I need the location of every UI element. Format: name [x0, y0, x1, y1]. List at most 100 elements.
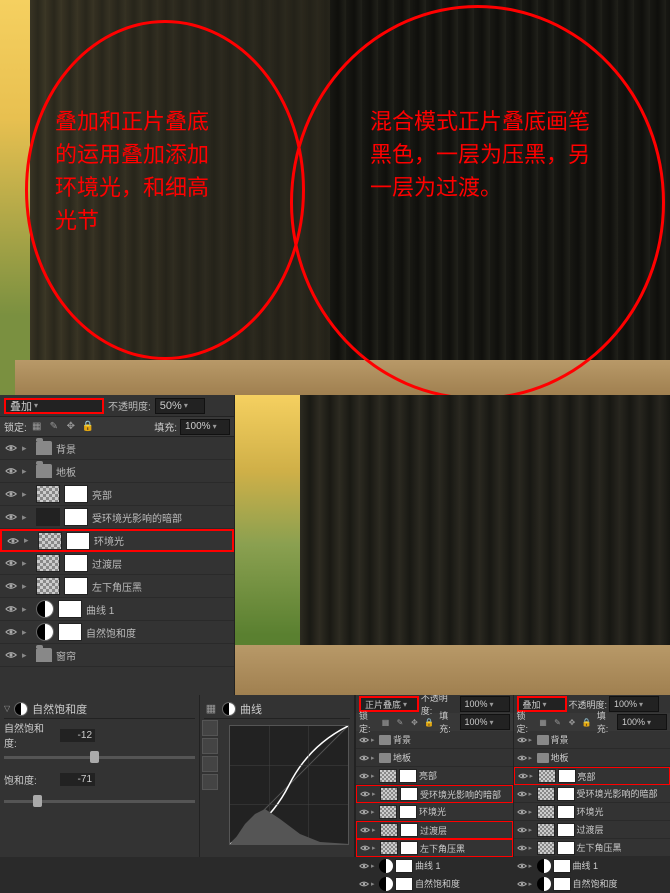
expand-icon[interactable]: ▸ — [22, 512, 32, 523]
layer-thumb[interactable] — [538, 769, 556, 783]
expand-icon[interactable]: ▸ — [22, 443, 32, 454]
expand-icon[interactable]: ▸ — [529, 862, 535, 870]
expand-icon[interactable]: ▸ — [529, 790, 535, 798]
layer-row[interactable]: ▸受环境光影响的暗部 — [0, 506, 234, 529]
curves-tool-hand[interactable] — [202, 720, 218, 736]
visibility-toggle[interactable] — [359, 879, 369, 889]
fill-dropdown[interactable]: 100% ▾ — [180, 419, 230, 435]
expand-icon[interactable]: ▸ — [22, 581, 32, 592]
layer-row[interactable]: ▸自然饱和度 — [514, 875, 670, 893]
curves-graph[interactable] — [229, 725, 349, 845]
expand-icon[interactable]: ▸ — [371, 772, 377, 780]
layer-thumb[interactable] — [36, 508, 60, 526]
blend-mode-dropdown[interactable]: 叠加 ▾ — [4, 398, 104, 414]
layer-mask[interactable] — [557, 841, 575, 855]
visibility-toggle[interactable] — [517, 825, 527, 835]
expand-icon[interactable]: ▸ — [372, 790, 378, 798]
visibility-toggle[interactable] — [517, 735, 527, 745]
saturation-slider-value[interactable]: -71 — [60, 773, 95, 786]
layer-thumb[interactable] — [379, 769, 397, 783]
layer-row[interactable]: ▸背景 — [514, 731, 670, 749]
lock-pixels-icon[interactable]: ▦ — [30, 420, 44, 434]
visibility-toggle[interactable] — [360, 825, 370, 835]
layer-mask[interactable] — [64, 554, 88, 572]
lock-move-icon[interactable]: ✥ — [64, 420, 78, 434]
saturation-slider[interactable] — [4, 800, 195, 803]
visibility-toggle[interactable] — [517, 753, 527, 763]
visibility-toggle[interactable] — [518, 771, 528, 781]
layer-row[interactable]: ▸地板 — [356, 749, 513, 767]
expand-icon[interactable]: ▸ — [371, 754, 377, 762]
expand-icon[interactable]: ▸ — [529, 754, 535, 762]
layer-mask[interactable] — [58, 623, 82, 641]
visibility-toggle[interactable] — [4, 602, 18, 616]
layer-row[interactable]: ▸受环境光影响的暗部 — [356, 785, 513, 803]
expand-icon[interactable]: ▸ — [22, 489, 32, 500]
lock-icon[interactable]: ▦ — [379, 715, 391, 729]
lock-icon[interactable]: ▦ — [537, 715, 549, 729]
visibility-toggle[interactable] — [4, 464, 18, 478]
layer-mask[interactable] — [399, 769, 417, 783]
lock-icon[interactable]: ✥ — [566, 715, 578, 729]
layer-thumb[interactable] — [36, 577, 60, 595]
layer-mask[interactable] — [64, 485, 88, 503]
layer-mask[interactable] — [557, 787, 575, 801]
layer-row[interactable]: ▸自然饱和度 — [356, 875, 513, 893]
opacity-dropdown[interactable]: 50% ▾ — [155, 398, 205, 414]
layer-row[interactable]: ▸自然饱和度 — [0, 621, 234, 644]
layer-mask[interactable] — [64, 577, 88, 595]
expand-icon[interactable]: ▸ — [22, 650, 32, 661]
layer-row[interactable]: ▸过渡层 — [514, 821, 670, 839]
layer-mask[interactable] — [58, 600, 82, 618]
lock-icon[interactable]: ✎ — [394, 715, 406, 729]
visibility-toggle[interactable] — [4, 441, 18, 455]
expand-icon[interactable]: ▸ — [22, 466, 32, 477]
lock-icon[interactable]: 🔒 — [580, 715, 592, 729]
layer-mask[interactable] — [64, 508, 88, 526]
expand-icon[interactable]: ▸ — [371, 880, 377, 888]
expand-icon[interactable]: ▸ — [529, 844, 535, 852]
expand-icon[interactable]: ▸ — [22, 604, 32, 615]
panel-collapse-icon[interactable]: ▽ — [4, 704, 10, 713]
fill-dropdown-right[interactable]: 100%▾ — [617, 714, 667, 730]
visibility-toggle[interactable] — [359, 735, 369, 745]
expand-icon[interactable]: ▸ — [22, 558, 32, 569]
layer-mask[interactable] — [395, 877, 413, 891]
layer-row[interactable]: ▸背景 — [356, 731, 513, 749]
layer-row[interactable]: ▸左下角压黑 — [514, 839, 670, 857]
visibility-toggle[interactable] — [517, 861, 527, 871]
layer-thumb[interactable] — [379, 805, 397, 819]
layer-thumb[interactable] — [537, 841, 555, 855]
lock-icon[interactable]: 🔒 — [423, 715, 435, 729]
lock-icon[interactable]: ✎ — [551, 715, 563, 729]
layer-row[interactable]: ▸过渡层 — [356, 821, 513, 839]
layer-mask[interactable] — [400, 787, 418, 801]
layer-thumb[interactable] — [380, 823, 398, 837]
layer-mask[interactable] — [557, 805, 575, 819]
layer-row[interactable]: ▸过渡层 — [0, 552, 234, 575]
visibility-toggle[interactable] — [517, 789, 527, 799]
expand-icon[interactable]: ▸ — [24, 535, 34, 546]
visibility-toggle[interactable] — [6, 534, 20, 548]
layer-mask[interactable] — [557, 823, 575, 837]
expand-icon[interactable]: ▸ — [529, 826, 535, 834]
visibility-toggle[interactable] — [360, 843, 370, 853]
visibility-toggle[interactable] — [359, 861, 369, 871]
layer-row[interactable]: ▸地板 — [514, 749, 670, 767]
layer-mask[interactable] — [400, 823, 418, 837]
layer-thumb[interactable] — [537, 805, 555, 819]
expand-icon[interactable]: ▸ — [372, 844, 378, 852]
layer-row[interactable]: ▸环境光 — [0, 529, 234, 552]
visibility-toggle[interactable] — [360, 789, 370, 799]
layer-mask[interactable] — [553, 859, 571, 873]
curves-tool-point[interactable] — [202, 738, 218, 754]
expand-icon[interactable]: ▸ — [371, 862, 377, 870]
layer-mask[interactable] — [553, 877, 571, 891]
opacity-dropdown-left[interactable]: 100%▾ — [460, 696, 510, 712]
layer-row[interactable]: ▸窗帘 — [0, 644, 234, 667]
layer-row[interactable]: ▸曲线 1 — [514, 857, 670, 875]
visibility-toggle[interactable] — [4, 579, 18, 593]
layer-row[interactable]: ▸曲线 1 — [356, 857, 513, 875]
vibrance-slider-value[interactable]: -12 — [60, 729, 95, 742]
fill-dropdown-left[interactable]: 100%▾ — [460, 714, 510, 730]
